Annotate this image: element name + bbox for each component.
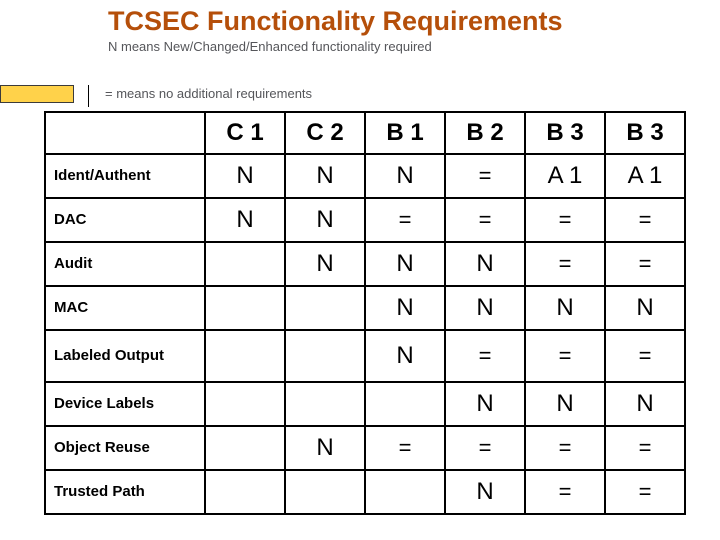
cell: N: [365, 154, 445, 198]
cell: [205, 470, 285, 514]
cell: N: [605, 382, 685, 426]
cell: A 1: [605, 154, 685, 198]
cell: N: [285, 426, 365, 470]
col-b2: B 2: [445, 112, 525, 154]
cell: [285, 330, 365, 382]
cell: =: [365, 426, 445, 470]
cell: [205, 286, 285, 330]
row-label: MAC: [45, 286, 205, 330]
cell: N: [365, 330, 445, 382]
col-c2: C 2: [285, 112, 365, 154]
table-row: Labeled Output N = = =: [45, 330, 685, 382]
row-label: DAC: [45, 198, 205, 242]
cell: N: [285, 198, 365, 242]
requirements-table: C 1 C 2 B 1 B 2 B 3 B 3 Ident/Authent N …: [44, 111, 686, 515]
header-blank: [45, 112, 205, 154]
cell: =: [605, 426, 685, 470]
cell: =: [525, 242, 605, 286]
cell: =: [445, 426, 525, 470]
cell: =: [525, 198, 605, 242]
row-label: Trusted Path: [45, 470, 205, 514]
cell: [285, 286, 365, 330]
cell: =: [445, 330, 525, 382]
col-c1: C 1: [205, 112, 285, 154]
cell: N: [605, 286, 685, 330]
cell: N: [445, 470, 525, 514]
cell: N: [365, 242, 445, 286]
cell: N: [525, 286, 605, 330]
table-row: Trusted Path N = =: [45, 470, 685, 514]
cell: [205, 426, 285, 470]
row-label: Labeled Output: [45, 330, 205, 382]
cell: N: [285, 154, 365, 198]
row-label: Object Reuse: [45, 426, 205, 470]
table-row: Audit N N N = =: [45, 242, 685, 286]
cursor-mark: [88, 85, 89, 107]
cell: =: [605, 330, 685, 382]
table-row: DAC N N = = = =: [45, 198, 685, 242]
table-row: MAC N N N N: [45, 286, 685, 330]
highlight-chip: [0, 85, 74, 103]
cell: [205, 330, 285, 382]
cell: N: [445, 382, 525, 426]
cell: N: [445, 286, 525, 330]
cell: N: [525, 382, 605, 426]
col-b1: B 1: [365, 112, 445, 154]
cell: =: [365, 198, 445, 242]
cell: N: [365, 286, 445, 330]
cell: N: [205, 198, 285, 242]
cell: =: [605, 242, 685, 286]
cell: =: [605, 198, 685, 242]
cell: [365, 382, 445, 426]
legend-eq-text: = means no additional requirements: [105, 86, 312, 101]
cell: [285, 470, 365, 514]
table-row: Object Reuse N = = = =: [45, 426, 685, 470]
table-row: Ident/Authent N N N = A 1 A 1: [45, 154, 685, 198]
cell: =: [605, 470, 685, 514]
row-label: Ident/Authent: [45, 154, 205, 198]
cell: [205, 382, 285, 426]
table-row: Device Labels N N N: [45, 382, 685, 426]
cell: =: [445, 198, 525, 242]
cell: =: [445, 154, 525, 198]
cell: [285, 382, 365, 426]
cell: =: [525, 470, 605, 514]
slide-title: TCSEC Functionality Requirements: [0, 0, 720, 39]
cell: =: [525, 330, 605, 382]
cell: N: [445, 242, 525, 286]
slide: TCSEC Functionality Requirements N means…: [0, 0, 720, 540]
legend-eq-row: = means no additional requirements: [0, 83, 720, 105]
row-label: Audit: [45, 242, 205, 286]
col-a1: B 3: [605, 112, 685, 154]
cell: [205, 242, 285, 286]
cell: =: [525, 426, 605, 470]
cell: N: [205, 154, 285, 198]
row-label: Device Labels: [45, 382, 205, 426]
cell: A 1: [525, 154, 605, 198]
table-header: C 1 C 2 B 1 B 2 B 3 B 3: [45, 112, 685, 154]
legend-n-text: N means New/Changed/Enhanced functionali…: [0, 39, 720, 55]
col-b3: B 3: [525, 112, 605, 154]
cell: N: [285, 242, 365, 286]
cell: [365, 470, 445, 514]
